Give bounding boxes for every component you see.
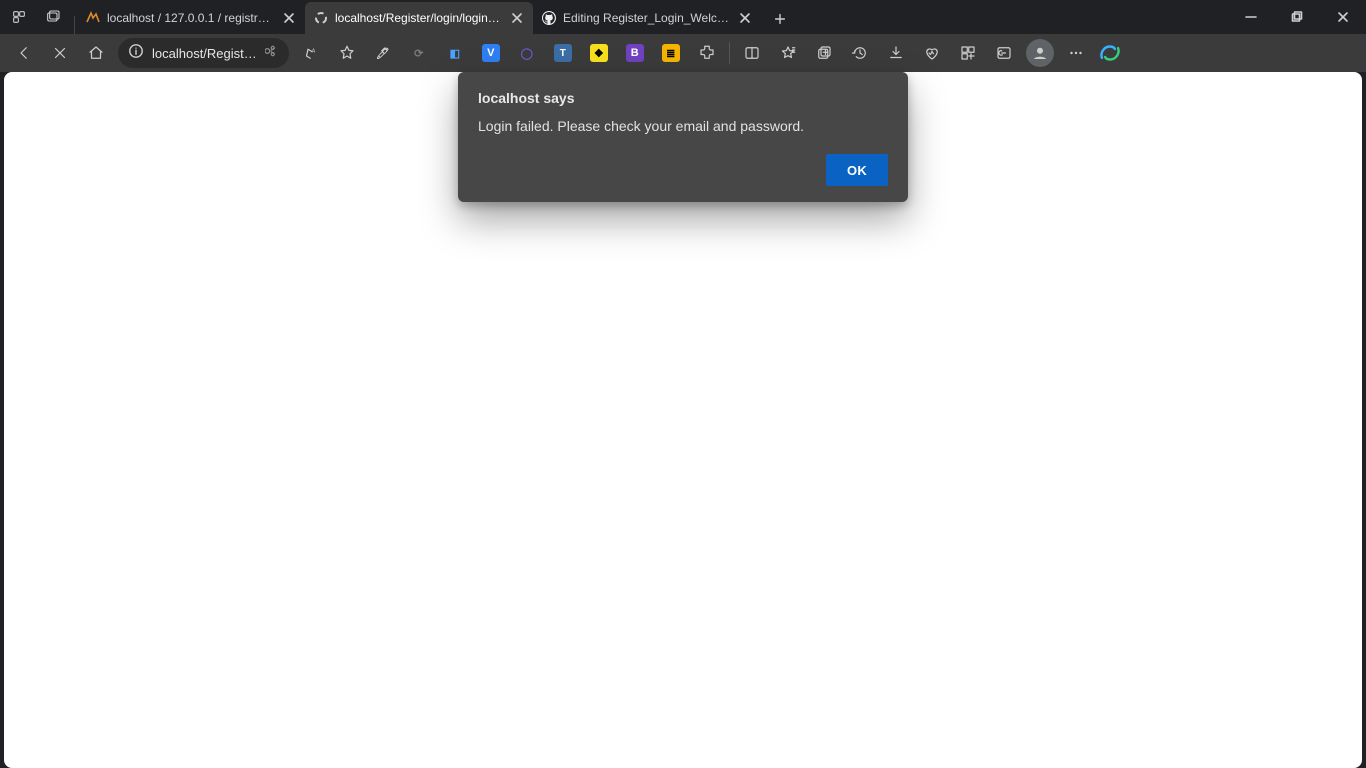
ext-wand-icon[interactable]: 🖊 <box>365 35 401 71</box>
address-bar[interactable]: localhost/Regist… <box>118 38 289 68</box>
address-text: localhost/Regist… <box>152 46 257 61</box>
copilot-icon[interactable] <box>1094 37 1126 69</box>
tab-title: localhost / 127.0.0.1 / registration <box>107 11 275 25</box>
tab-title: Editing Register_Login_Welcome/ <box>563 11 731 25</box>
github-icon <box>541 10 557 26</box>
ext-panel-icon[interactable]: ◧ <box>437 35 473 71</box>
ext-doc-icon[interactable]: ≣ <box>653 35 689 71</box>
stop-button[interactable] <box>42 35 78 71</box>
downloads-icon[interactable] <box>878 35 914 71</box>
history-icon[interactable] <box>842 35 878 71</box>
maximize-button[interactable] <box>1274 0 1320 34</box>
minimize-button[interactable] <box>1228 0 1274 34</box>
favorites-icon[interactable] <box>770 35 806 71</box>
close-icon[interactable] <box>509 10 525 26</box>
workspaces-icon[interactable] <box>2 0 36 34</box>
settings-more-icon[interactable] <box>1058 35 1094 71</box>
performance-icon[interactable] <box>914 35 950 71</box>
ext-refresh-icon[interactable]: ⟳ <box>401 35 437 71</box>
ie-mode-icon[interactable] <box>986 35 1022 71</box>
extensions-row: 🖊 ⟳ ◧ V ◯ T ❖ B ≣ <box>365 35 725 71</box>
phpmyadmin-icon <box>85 10 101 26</box>
tab-divider <box>74 16 75 34</box>
extensions-menu-icon[interactable] <box>689 35 725 71</box>
svg-text:A: A <box>312 48 316 54</box>
profile-avatar[interactable] <box>1026 39 1054 67</box>
tab-title: localhost/Register/login/login.php <box>335 11 503 25</box>
collections-icon[interactable] <box>806 35 842 71</box>
new-tab-button[interactable] <box>765 4 795 34</box>
ext-t-icon[interactable]: T <box>545 35 581 71</box>
ext-b-icon[interactable]: B <box>617 35 653 71</box>
close-window-button[interactable] <box>1320 0 1366 34</box>
share-icon[interactable] <box>265 44 279 63</box>
apps-icon[interactable] <box>950 35 986 71</box>
ext-js-icon[interactable]: ❖ <box>581 35 617 71</box>
loading-icon <box>313 10 329 26</box>
js-alert-dialog: localhost says Login failed. Please chec… <box>458 72 908 202</box>
toolbar: localhost/Regist… A 🖊 ⟳ ◧ V ◯ T ❖ B ≣ <box>0 34 1366 72</box>
add-favorite-button[interactable] <box>329 35 365 71</box>
alert-title: localhost says <box>478 90 888 106</box>
site-info-icon[interactable] <box>128 43 144 64</box>
alert-body: Login failed. Please check your email an… <box>478 116 888 136</box>
titlebar: localhost / 127.0.0.1 / registration loc… <box>0 0 1366 34</box>
ext-circle-icon[interactable]: ◯ <box>509 35 545 71</box>
alert-ok-button[interactable]: OK <box>826 154 888 186</box>
tab-login-php[interactable]: localhost/Register/login/login.php <box>305 2 533 34</box>
tab-github[interactable]: Editing Register_Login_Welcome/ <box>533 2 761 34</box>
close-icon[interactable] <box>281 10 297 26</box>
home-button[interactable] <box>78 35 114 71</box>
tab-phpmyadmin[interactable]: localhost / 127.0.0.1 / registration <box>77 2 305 34</box>
back-button[interactable] <box>6 35 42 71</box>
close-icon[interactable] <box>737 10 753 26</box>
split-screen-icon[interactable] <box>734 35 770 71</box>
toolbar-divider <box>729 42 730 64</box>
tab-actions-icon[interactable] <box>36 0 70 34</box>
window-controls <box>1228 0 1366 34</box>
tabstrip: localhost / 127.0.0.1 / registration loc… <box>72 0 1228 34</box>
ext-v-icon[interactable]: V <box>473 35 509 71</box>
read-aloud-button[interactable]: A <box>293 35 329 71</box>
